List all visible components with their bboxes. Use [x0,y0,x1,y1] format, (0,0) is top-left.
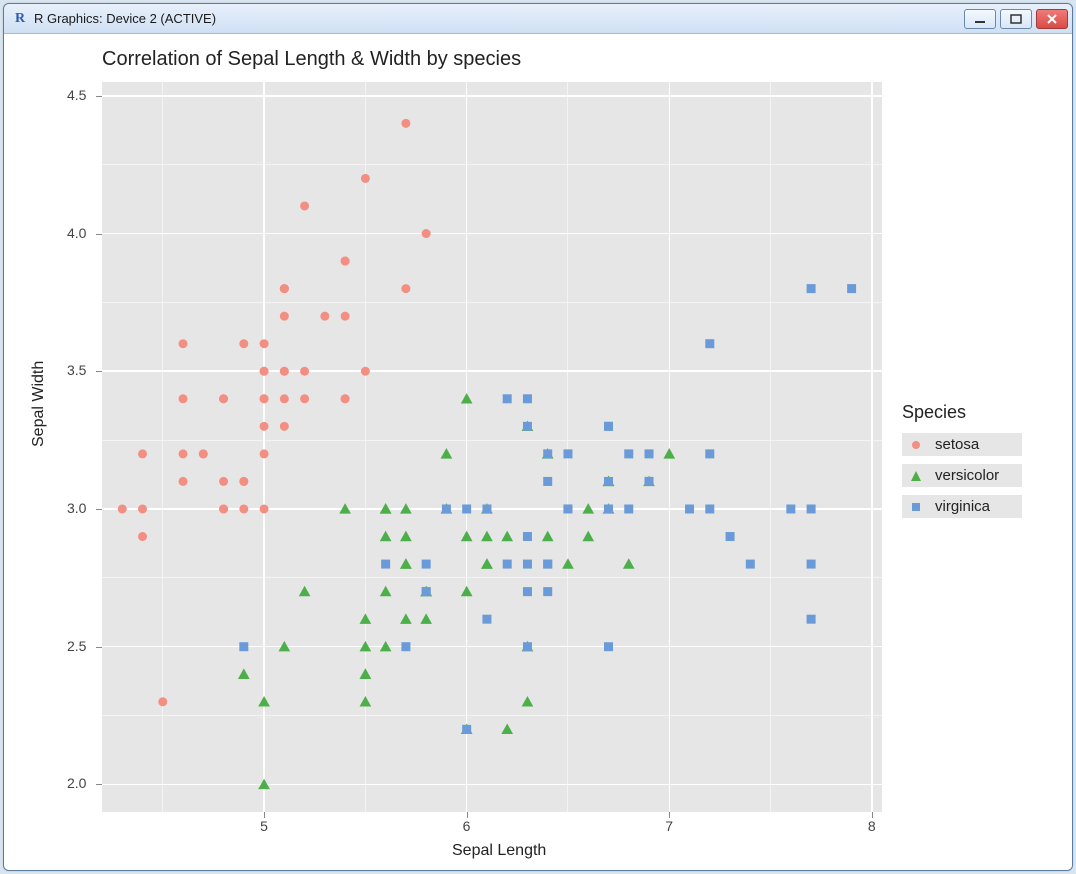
chart-title: Correlation of Sepal Length & Width by s… [102,48,521,71]
legend-label: versicolor [935,467,999,484]
window-frame: R R Graphics: Device 2 (ACTIVE) Correlat… [3,3,1073,871]
x-axis-label: Sepal Length [452,842,546,860]
x-tick-label: 6 [463,818,471,834]
y-tick-label: 4.5 [67,87,86,103]
legend-title: Species [902,402,1022,423]
legend-item-virginica: virginica [902,495,1022,518]
y-axis-label: Sepal Width [30,361,48,447]
plot-area [102,82,882,812]
y-tick-label: 3.5 [67,362,86,378]
maximize-button[interactable] [1000,9,1032,29]
x-tick-label: 8 [868,818,876,834]
legend-item-versicolor: versicolor [902,464,1022,487]
close-button[interactable] [1036,9,1068,29]
y-tick-label: 3.0 [67,500,86,516]
window-title: R Graphics: Device 2 (ACTIVE) [34,11,964,26]
y-tick-label: 4.0 [67,225,86,241]
titlebar[interactable]: R R Graphics: Device 2 (ACTIVE) [4,4,1072,34]
x-tick-label: 7 [665,818,673,834]
y-tick-label: 2.5 [67,638,86,654]
legend-label: setosa [935,436,979,453]
legend-item-setosa: setosa [902,433,1022,456]
points-layer [102,82,882,812]
y-tick-label: 2.0 [67,775,86,791]
legend: Species setosa versicolor virginica [902,402,1022,526]
x-tick-label: 5 [260,818,268,834]
minimize-button[interactable] [964,9,996,29]
app-icon: R [12,11,28,27]
plot-canvas: Correlation of Sepal Length & Width by s… [4,34,1072,870]
legend-label: virginica [935,498,990,515]
